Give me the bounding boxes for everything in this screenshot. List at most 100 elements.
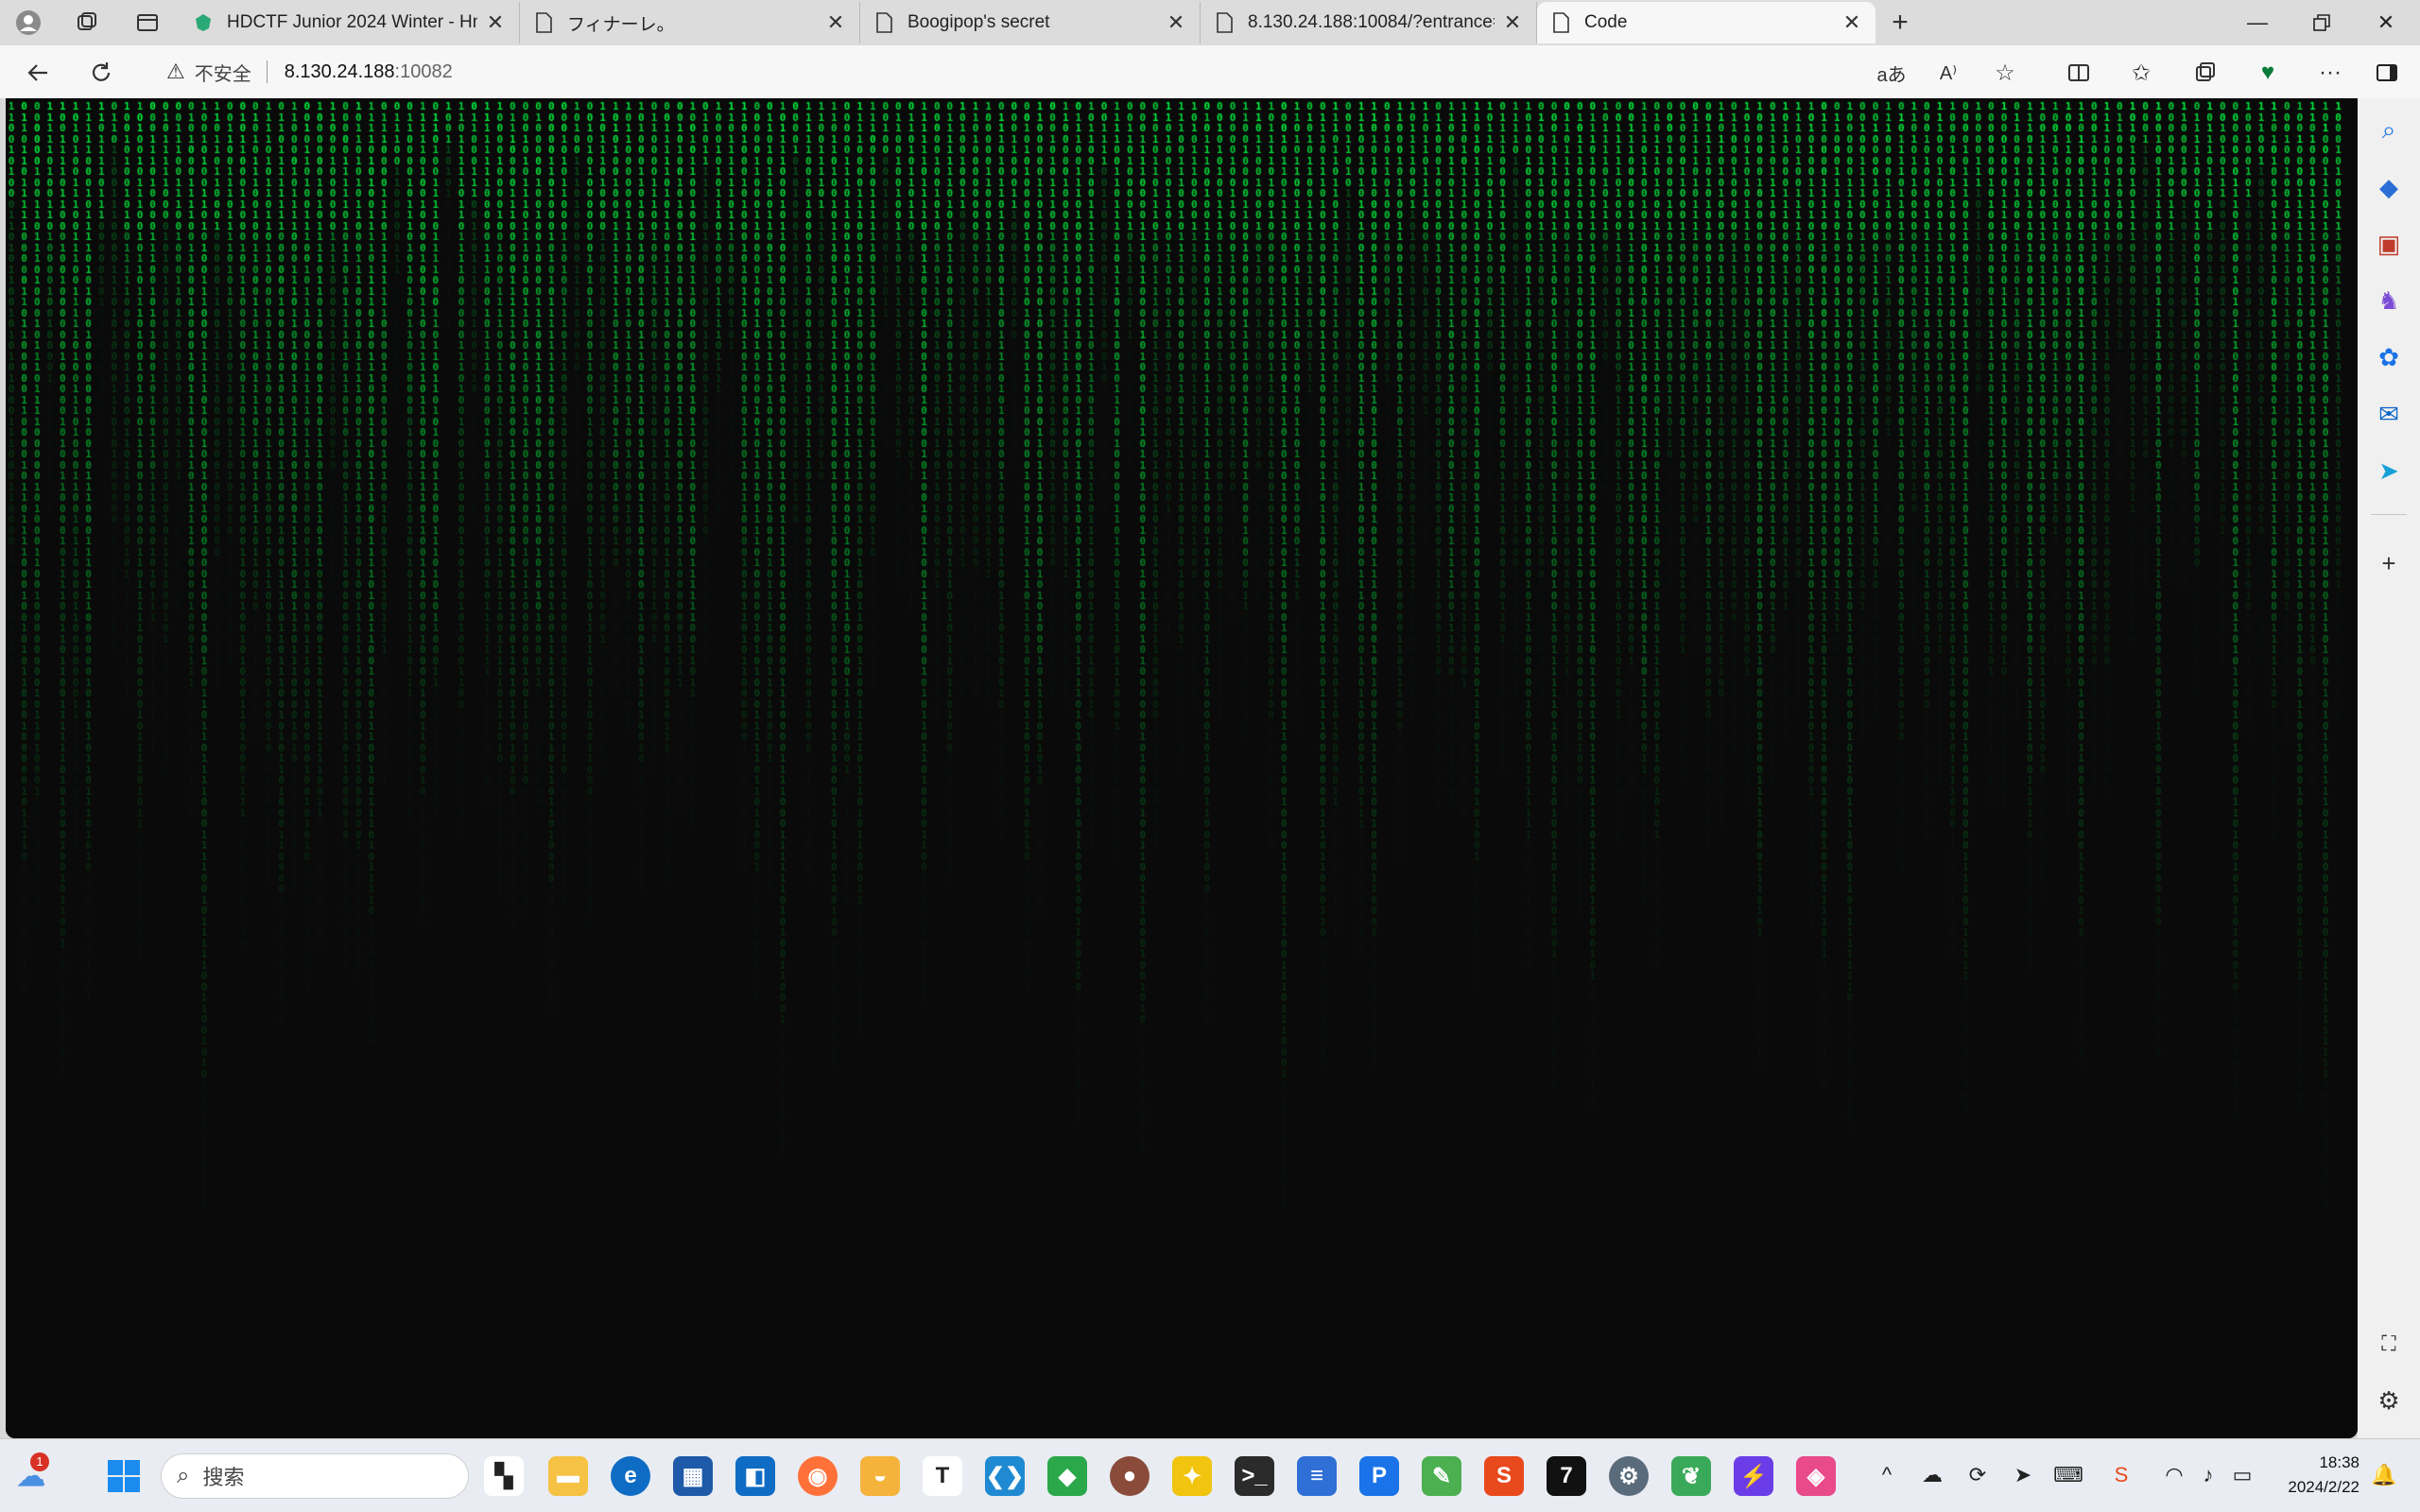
onedrive-icon[interactable]: ☁ xyxy=(1917,1460,1947,1490)
navigation-bar: ⚠ 不安全 8.130.24.188:10082 aあ A⁾ ☆ ✩ ♥ ··· xyxy=(0,45,2420,98)
screenshot-icon[interactable]: ⛶ xyxy=(2372,1327,2406,1361)
back-icon[interactable] xyxy=(23,57,55,89)
page-viewport xyxy=(6,98,2358,1438)
search-placeholder: 搜索 xyxy=(202,1466,245,1489)
add-icon[interactable]: + xyxy=(2372,546,2406,580)
seven-zip-icon[interactable]: 7 xyxy=(1547,1456,1586,1496)
clock[interactable]: 18:38 2024/2/22 xyxy=(2265,1451,2360,1500)
sidebar-toggle-icon[interactable] xyxy=(2371,57,2403,89)
location-icon[interactable]: ➤ xyxy=(2008,1460,2038,1490)
profile-icon[interactable] xyxy=(13,8,43,38)
read-aloud-icon[interactable]: A⁾ xyxy=(1932,57,1964,89)
workspaces-icon[interactable] xyxy=(72,8,102,38)
close-tab-icon[interactable]: ✕ xyxy=(1502,10,1523,35)
close-window-icon[interactable]: ✕ xyxy=(2354,0,2418,45)
tab-entrance[interactable]: 8.130.24.188:10084/?entrance=1 ✕ xyxy=(1201,2,1537,43)
clock-time: 18:38 xyxy=(2319,1453,2360,1471)
close-tab-icon[interactable]: ✕ xyxy=(485,10,506,35)
hdctf-favicon-icon xyxy=(193,12,214,33)
drop-icon[interactable]: ➤ xyxy=(2372,454,2406,488)
collections-icon[interactable] xyxy=(2189,57,2221,89)
divider xyxy=(266,60,268,83)
outlook-icon[interactable]: ✉ xyxy=(2372,397,2406,431)
page-icon xyxy=(533,12,554,33)
shopping-tag-icon[interactable]: ◆ xyxy=(2372,170,2406,204)
refresh-icon[interactable] xyxy=(85,57,117,89)
taskbar-search[interactable]: ⌕ 搜索 xyxy=(161,1453,469,1499)
tab-title: 8.130.24.188:10084/?entrance=1 xyxy=(1248,12,1495,32)
tab-title: Boogipop's secret xyxy=(908,12,1050,32)
search-icon: ⌕ xyxy=(177,1463,190,1488)
app-icon[interactable]: ◧ xyxy=(735,1456,775,1496)
tab-code[interactable]: Code ✕ xyxy=(1537,2,1876,43)
tab-title: Code xyxy=(1584,12,1628,32)
tab-title: フィナーレ。 xyxy=(567,14,675,35)
url-host[interactable]: 8.130.24.188 xyxy=(285,61,395,83)
restore-icon[interactable] xyxy=(2290,0,2354,45)
paint-icon[interactable]: ✎ xyxy=(1422,1456,1461,1496)
file-explorer-icon[interactable]: ▬ xyxy=(548,1456,588,1496)
app-leaf-icon[interactable]: ❦ xyxy=(1671,1456,1711,1496)
sublime-icon[interactable]: S xyxy=(1484,1456,1524,1496)
ime-icon[interactable]: ⌨ xyxy=(2053,1460,2083,1490)
sync-icon[interactable]: ⟳ xyxy=(1962,1460,1993,1490)
search-icon[interactable]: ⌕ xyxy=(2372,113,2406,147)
tab-title: HDCTF Junior 2024 Winter - Hnu xyxy=(227,12,477,32)
games-icon[interactable]: ♞ xyxy=(2372,284,2406,318)
minimize-icon[interactable]: — xyxy=(2225,0,2290,45)
close-tab-icon[interactable]: ✕ xyxy=(1166,10,1186,35)
new-tab-icon[interactable]: + xyxy=(1885,7,1915,38)
vertical-tabs-icon[interactable] xyxy=(132,8,163,38)
sunlogin-icon[interactable]: ◒ xyxy=(860,1456,900,1496)
battery-icon[interactable]: ▭ xyxy=(2227,1460,2257,1490)
app-diamond-icon[interactable]: ◈ xyxy=(1796,1456,1836,1496)
store-icon[interactable]: ▦ xyxy=(673,1456,713,1496)
microsoft-365-icon[interactable]: ✿ xyxy=(2372,340,2406,374)
settings-gear-icon[interactable]: ⚙ xyxy=(2372,1383,2406,1418)
tools-icon[interactable]: ▣ xyxy=(2372,227,2406,261)
pycharm-icon[interactable]: P xyxy=(1359,1456,1399,1496)
translate-icon[interactable]: aあ xyxy=(1876,57,1908,89)
app-green-icon[interactable]: ◆ xyxy=(1047,1456,1087,1496)
sublime-tray-icon[interactable]: S xyxy=(2106,1460,2136,1490)
bulb-app-icon[interactable]: ✦ xyxy=(1172,1456,1212,1496)
start-icon[interactable] xyxy=(104,1456,144,1496)
windows-taskbar: ☁ 1 ⌕ 搜索 ▚ ▬ e ▦ ◧ ◉ ◒ T ❮❯ ◆ ● ✦ >_ ≡ P… xyxy=(0,1438,2420,1512)
warning-icon[interactable]: ⚠ xyxy=(166,60,185,84)
close-tab-icon[interactable]: ✕ xyxy=(1841,10,1862,35)
sidebar-divider xyxy=(2371,514,2407,515)
notepad-icon[interactable]: ≡ xyxy=(1297,1456,1337,1496)
page-icon xyxy=(1214,12,1235,33)
tab-finale[interactable]: フィナーレ。 ✕ xyxy=(520,2,860,43)
tab-hdctf[interactable]: HDCTF Junior 2024 Winter - Hnu ✕ xyxy=(180,2,520,43)
clock-date: 2024/2/22 xyxy=(2288,1478,2360,1496)
settings-icon[interactable]: ⚙ xyxy=(1609,1456,1649,1496)
page-icon xyxy=(873,12,894,33)
notifications-bell-icon[interactable]: 🔔 xyxy=(2369,1460,2399,1490)
typora-icon[interactable]: T xyxy=(923,1456,962,1496)
favorites-icon[interactable]: ✩ xyxy=(2125,57,2157,89)
task-view-icon[interactable]: ▚ xyxy=(484,1456,524,1496)
edge-icon[interactable]: e xyxy=(611,1456,650,1496)
firefox-icon[interactable]: ◉ xyxy=(798,1456,838,1496)
security-label[interactable]: 不安全 xyxy=(195,59,251,86)
notification-badge: 1 xyxy=(30,1452,49,1471)
tab-boogipop[interactable]: Boogipop's secret ✕ xyxy=(860,2,1201,43)
more-menu-icon[interactable]: ··· xyxy=(2314,57,2346,89)
chevron-up-icon[interactable]: ^ xyxy=(1872,1460,1902,1490)
split-screen-icon[interactable] xyxy=(2063,57,2095,89)
terminal-icon[interactable]: >_ xyxy=(1235,1456,1274,1496)
close-tab-icon[interactable]: ✕ xyxy=(825,10,846,35)
vscode-icon[interactable]: ❮❯ xyxy=(985,1456,1025,1496)
matrix-rain-canvas xyxy=(6,98,2358,1438)
address-bar[interactable]: ⚠ 不安全 8.130.24.188:10082 xyxy=(144,51,1996,93)
edge-sidebar: ⌕ ◆ ▣ ♞ ✿ ✉ ➤ + ⛶ ⚙ xyxy=(2358,98,2420,1438)
url-port[interactable]: :10082 xyxy=(395,61,453,83)
wifi-icon[interactable]: ◠ xyxy=(2159,1460,2189,1490)
avatar-app-icon[interactable]: ● xyxy=(1110,1456,1150,1496)
page-icon xyxy=(1550,12,1571,33)
browser-essentials-icon[interactable]: ♥ xyxy=(2252,57,2284,89)
app-bolt-icon[interactable]: ⚡ xyxy=(1734,1456,1773,1496)
favorite-star-icon[interactable]: ☆ xyxy=(1989,57,2021,89)
volume-icon[interactable]: ♪ xyxy=(2193,1460,2223,1490)
